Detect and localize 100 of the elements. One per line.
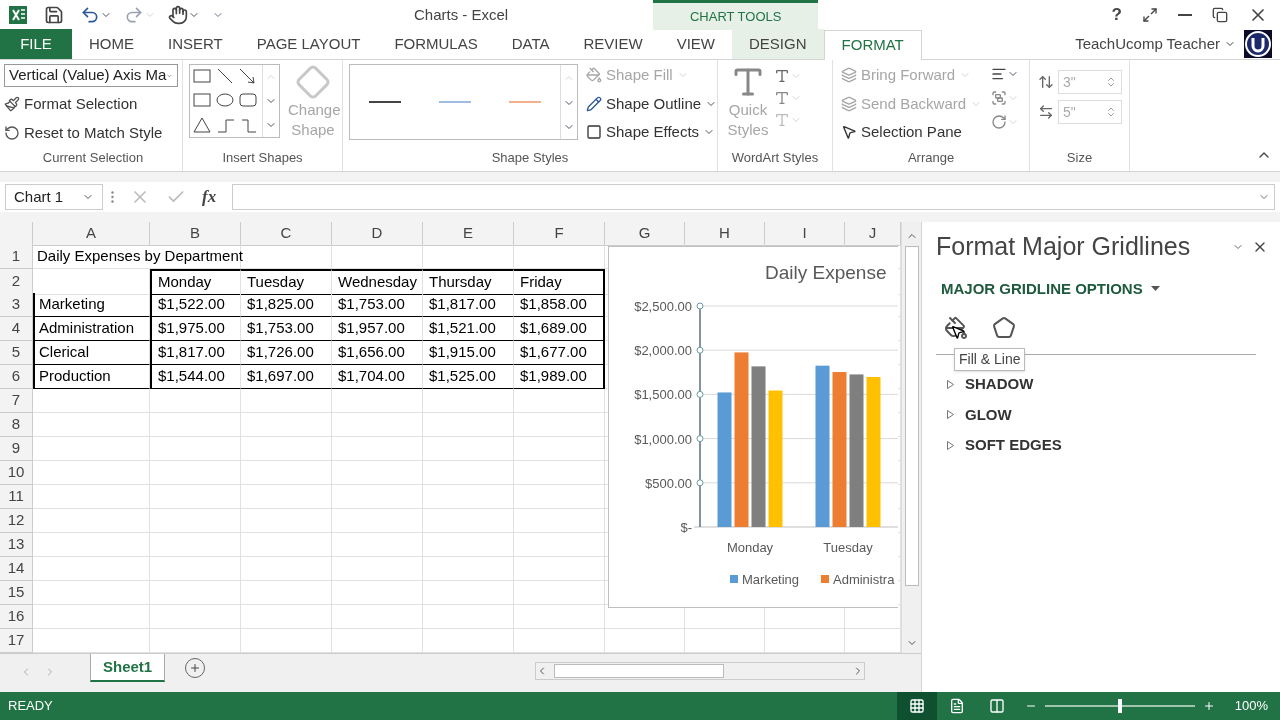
normal-view-button[interactable]	[896, 692, 937, 720]
row-header[interactable]: 1	[0, 245, 33, 269]
ribbon-tab[interactable]: DESIGN	[732, 29, 824, 59]
ribbon-display-button[interactable]	[1142, 7, 1158, 23]
column-header[interactable]: D	[332, 222, 423, 246]
column-header[interactable]: B	[150, 222, 241, 246]
vertical-scrollbar[interactable]	[901, 222, 921, 653]
table-cell: Thursday	[423, 269, 514, 295]
row-header[interactable]: 14	[0, 557, 33, 581]
column-header[interactable]: E	[423, 222, 514, 246]
spinner-icon	[1105, 76, 1117, 88]
column-header[interactable]: H	[685, 222, 765, 246]
ribbon-tab[interactable]: FORMAT	[823, 30, 922, 60]
ribbon-tab[interactable]: FILE	[0, 29, 72, 59]
ribbon-command[interactable]: Reset to Match Style	[4, 121, 182, 144]
column-header[interactable]: I	[765, 222, 845, 246]
table-cell: $1,825.00	[241, 293, 332, 317]
legend-label: Marketing	[742, 572, 800, 587]
row-header[interactable]: 3	[0, 293, 33, 317]
pentagon-icon	[992, 316, 1016, 340]
zoom-in-button[interactable]	[1202, 700, 1215, 712]
row-header[interactable]: 11	[0, 485, 33, 509]
row-header[interactable]: 15	[0, 581, 33, 605]
axis-tick-label: $1,000.00	[634, 431, 692, 447]
table-cell: $1,522.00	[150, 293, 241, 317]
row-header[interactable]: 6	[0, 365, 33, 389]
row-header[interactable]: 17	[0, 629, 33, 653]
line-style-icon	[439, 101, 471, 103]
reset-icon	[4, 124, 20, 141]
redo-button[interactable]	[124, 5, 156, 25]
column-header[interactable]: F	[514, 222, 605, 246]
ribbon-tab[interactable]: FORMULAS	[377, 29, 495, 59]
ribbon-tab[interactable]: HOME	[72, 29, 151, 59]
help-button[interactable]: ?	[1111, 2, 1122, 28]
zoom-slider[interactable]	[1044, 699, 1195, 713]
row-header[interactable]: 7	[0, 389, 33, 413]
ribbon-tab[interactable]: INSERT	[151, 29, 240, 59]
scrollbar-thumb[interactable]	[554, 664, 725, 678]
effects-tab[interactable]	[992, 316, 1016, 340]
expand-icon	[946, 440, 955, 450]
ribbon-tab[interactable]: REVIEW	[566, 29, 660, 59]
group-button[interactable]	[991, 90, 1019, 106]
column-header[interactable]: A	[33, 222, 150, 246]
row-header[interactable]: 12	[0, 509, 33, 533]
table-cell: $1,817.00	[423, 293, 514, 317]
formula-input[interactable]	[232, 184, 1275, 210]
text-fill-button[interactable]	[774, 68, 802, 84]
table-cell: $1,726.00	[241, 341, 332, 365]
row-header[interactable]: 9	[0, 437, 33, 461]
shape-style-gallery[interactable]	[349, 64, 578, 140]
table-cell: Administration	[33, 317, 150, 341]
row-header[interactable]: 4	[0, 317, 33, 341]
table-cell: Marketing	[33, 293, 150, 317]
insert-function-button[interactable]: fx	[202, 184, 217, 210]
ribbon-tab[interactable]: VIEW	[659, 29, 733, 59]
account-button[interactable]: TeachUcomp Teacher	[1075, 29, 1236, 59]
plus-icon	[189, 662, 202, 674]
fill-line-tab[interactable]	[944, 316, 968, 340]
table-cell: $1,858.00	[514, 293, 605, 317]
column-header[interactable]: J	[845, 222, 901, 246]
column-header[interactable]: C	[241, 222, 332, 246]
zoom-slider-thumb[interactable]	[1117, 699, 1122, 713]
ribbon-command[interactable]: Format Selection	[4, 93, 182, 116]
legend-marker	[821, 575, 829, 583]
table-cell: Wednesday	[332, 269, 423, 295]
collapsible-section-header[interactable]: SHADOW	[946, 373, 1268, 396]
selected-value-axis[interactable]	[696, 302, 704, 528]
sheet-tab[interactable]: Sheet1	[90, 654, 166, 682]
column-header[interactable]: G	[605, 222, 685, 246]
row-header[interactable]: 2	[0, 269, 33, 295]
chart-element-dropdown[interactable]: Vertical (Value) Axis Ma	[4, 64, 178, 87]
collapsible-section-header[interactable]: GLOW	[946, 403, 1268, 426]
ribbon-tab[interactable]: DATA	[494, 29, 567, 59]
row-header[interactable]: 10	[0, 461, 33, 485]
scrollbar-thumb[interactable]	[904, 246, 919, 586]
save-button[interactable]	[44, 5, 64, 25]
row-header[interactable]: 5	[0, 341, 33, 365]
table-cell: $1,656.00	[332, 341, 423, 365]
text-outline-button[interactable]	[774, 90, 802, 106]
ribbon-command[interactable]: Shape Outline	[586, 92, 718, 115]
undo-button[interactable]	[80, 5, 112, 25]
caret-icon	[1150, 284, 1160, 294]
ribbon-command[interactable]: Selection Pane	[841, 121, 983, 144]
row-header[interactable]: 13	[0, 533, 33, 557]
category-label: Monday	[726, 540, 774, 555]
row-header[interactable]: 16	[0, 605, 33, 629]
horizontal-scrollbar[interactable]	[535, 662, 866, 680]
rotate-button[interactable]	[991, 114, 1019, 130]
restore-button[interactable]	[1212, 7, 1228, 23]
collapsible-section-header[interactable]: SOFT EDGES	[946, 434, 1268, 457]
options-category-dropdown[interactable]: MAJOR GRIDLINE OPTIONS	[941, 277, 1160, 300]
ribbon-tab[interactable]: PAGE LAYOUT	[239, 29, 378, 59]
row-header[interactable]: 8	[0, 413, 33, 437]
zoom-level[interactable]: 100%	[1234, 696, 1268, 716]
text-effects-button[interactable]	[774, 112, 802, 128]
name-box[interactable]: Chart 1	[5, 184, 103, 210]
touch-mode-button[interactable]	[168, 5, 200, 25]
align-button[interactable]	[991, 66, 1019, 82]
ribbon-command[interactable]: Shape Effects	[586, 121, 718, 144]
group-icon	[991, 90, 1007, 106]
